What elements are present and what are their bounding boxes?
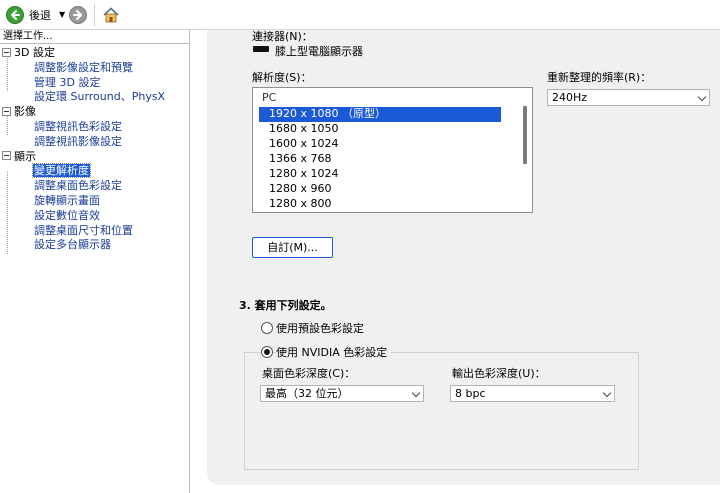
tree-item-rotate-display[interactable]: 旋轉顯示畫面 xyxy=(0,194,189,209)
collapse-toggle-icon[interactable] xyxy=(2,151,11,161)
default-color-radio[interactable] xyxy=(261,322,273,334)
tree-item-adjust-image-settings[interactable]: 調整影像設定和預覽 xyxy=(0,61,189,76)
default-color-radio-label[interactable]: 使用預設色彩設定 xyxy=(276,320,364,336)
task-tree-pane: 選擇工作... 3D 設定 調整影像設定和預覽 管理 3D 設定 設定環 Sur… xyxy=(0,30,190,493)
desktop-color-depth-value: 最高（32 位元） xyxy=(265,387,349,400)
home-icon[interactable] xyxy=(101,5,121,25)
listbox-scrollbar-thumb[interactable] xyxy=(523,106,527,164)
tree-item-video-image-settings[interactable]: 調整視訊影像設定 xyxy=(0,135,189,150)
tree-item-desktop-color-settings[interactable]: 調整桌面色彩設定 xyxy=(0,179,189,194)
tree-item-video-color-settings[interactable]: 調整視訊色彩設定 xyxy=(0,120,189,135)
back-history-dropdown-icon[interactable]: ▼ xyxy=(59,10,65,19)
tree-item-surround-physx[interactable]: 設定環 Surround、PhysX xyxy=(0,90,189,105)
resolution-listbox[interactable]: PC 1920 x 1080 （原型） 1680 x 1050 1600 x 1… xyxy=(252,87,533,213)
resolution-option[interactable]: 1280 x 1024 xyxy=(259,167,501,182)
chevron-down-icon xyxy=(697,92,707,102)
chevron-down-icon xyxy=(411,388,421,398)
nvidia-color-radio[interactable] xyxy=(261,346,273,358)
toolbar-separator xyxy=(94,3,96,26)
task-tree: 3D 設定 調整影像設定和預覽 管理 3D 設定 設定環 Surround、Ph… xyxy=(0,44,189,254)
chevron-down-icon xyxy=(602,388,612,398)
resolution-settings-panel: 連接器(N)： 膝上型電腦顯示器 解析度(S)： PC 1920 x 1080 … xyxy=(207,30,720,485)
refresh-rate-dropdown[interactable]: 240Hz xyxy=(547,89,710,106)
tree-category-3d-settings[interactable]: 3D 設定 xyxy=(0,46,189,61)
connector-label: 連接器(N)： xyxy=(252,30,313,43)
forward-arrow-icon[interactable] xyxy=(69,5,88,24)
step3-title: 3. 套用下列設定。 xyxy=(239,299,332,312)
task-tree-header: 選擇工作... xyxy=(0,30,189,44)
output-color-depth-dropdown[interactable]: 8 bpc xyxy=(450,385,615,402)
tree-category-display[interactable]: 顯示 xyxy=(0,150,189,165)
tree-item-multiple-displays[interactable]: 設定多台顯示器 xyxy=(0,238,189,253)
navigation-toolbar: 後退 ▼ xyxy=(0,0,720,30)
resolution-group-header: PC xyxy=(262,91,277,104)
tree-item-digital-audio[interactable]: 設定數位音效 xyxy=(0,209,189,224)
desktop-color-depth-label: 桌面色彩深度(C)： xyxy=(262,367,356,380)
settings-pane: 連接器(N)： 膝上型電腦顯示器 解析度(S)： PC 1920 x 1080 … xyxy=(191,30,720,493)
monitor-connector-icon xyxy=(253,46,269,52)
resolution-option[interactable]: 1366 x 768 xyxy=(259,152,501,167)
collapse-toggle-icon[interactable] xyxy=(2,47,11,57)
output-color-depth-label: 輸出色彩深度(U)： xyxy=(452,367,546,380)
refresh-rate-value: 240Hz xyxy=(552,91,588,104)
customize-button[interactable]: 自訂(M)... xyxy=(252,237,333,258)
refresh-rate-label: 重新整理的頻率(R)： xyxy=(547,71,652,84)
resolution-label: 解析度(S)： xyxy=(252,71,312,84)
collapse-toggle-icon[interactable] xyxy=(2,106,11,116)
resolution-option[interactable]: 1280 x 960 xyxy=(259,182,501,197)
tree-category-video[interactable]: 影像 xyxy=(0,105,189,120)
resolution-option[interactable]: 1680 x 1050 xyxy=(259,122,501,137)
back-arrow-icon[interactable] xyxy=(6,5,24,24)
tree-item-change-resolution[interactable]: 變更解析度 xyxy=(0,163,189,179)
resolution-option[interactable]: 1280 x 800 xyxy=(259,197,501,212)
nvidia-color-radio-label[interactable]: 使用 NVIDIA 色彩設定 xyxy=(276,344,392,360)
resolution-option[interactable]: 1600 x 1024 xyxy=(259,137,501,152)
resolution-option[interactable]: 1920 x 1080 （原型） xyxy=(259,107,501,122)
tree-item-manage-3d-settings[interactable]: 管理 3D 設定 xyxy=(0,76,189,91)
display-name: 膝上型電腦顯示器 xyxy=(275,45,363,58)
desktop-color-depth-dropdown[interactable]: 最高（32 位元） xyxy=(260,385,424,402)
output-color-depth-value: 8 bpc xyxy=(455,387,486,400)
back-button-label[interactable]: 後退 xyxy=(29,7,51,23)
tree-item-desktop-size-position[interactable]: 調整桌面尺寸和位置 xyxy=(0,224,189,239)
